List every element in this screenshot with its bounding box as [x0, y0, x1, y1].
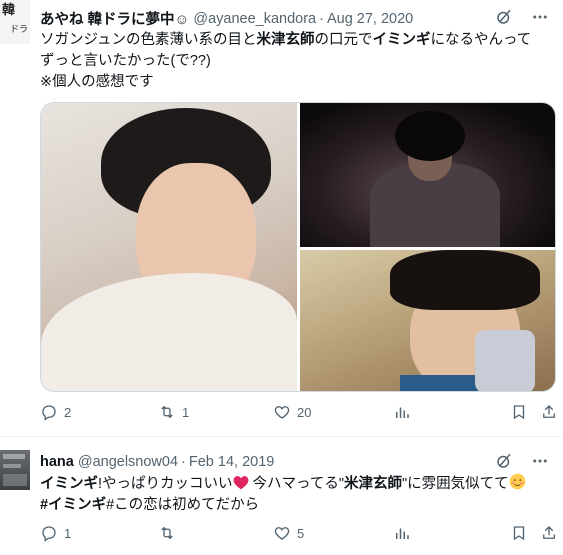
red-heart-icon — [233, 476, 248, 490]
text-segment-bold: 米津玄師 — [256, 32, 315, 48]
text-segment-bold: イミンギ — [372, 32, 431, 48]
retweet-icon — [161, 405, 173, 419]
text-segment: ソガンジュンの色素薄い系の目と — [40, 32, 257, 48]
tweet-text-line-2: #イミンギ#この恋は初めてだから — [40, 495, 550, 516]
like-count: 5 — [297, 525, 305, 541]
retweet-count: 1 — [182, 404, 190, 420]
reply-count: 1 — [64, 525, 72, 541]
hashtag-link[interactable]: #この恋は初めてだから — [106, 497, 259, 513]
more-options-icon[interactable] — [531, 452, 549, 470]
reply-icon — [42, 405, 56, 421]
more-options-icon[interactable] — [531, 8, 549, 26]
text-segment: "に雰囲気似てて — [401, 476, 509, 492]
text-segment-bold: 米津玄師 — [343, 476, 402, 492]
bookmark-button[interactable] — [510, 403, 528, 421]
retweet-button[interactable]: 1 — [158, 403, 189, 421]
tweet-header: あやね 韓ドラに夢中☺ @ayanee_kandora · Aug 27, 20… — [40, 8, 413, 29]
retweet-button[interactable] — [158, 524, 182, 542]
photo-2[interactable] — [300, 103, 555, 247]
tweet-header: hana @angelsnow04 · Feb 14, 2019 — [40, 454, 274, 470]
hashtag-link[interactable]: #イミンギ — [40, 497, 106, 513]
tweet-date[interactable]: Aug 27, 2020 — [327, 11, 413, 27]
analytics-icon — [396, 407, 409, 418]
bookmark-button[interactable] — [510, 524, 528, 542]
tweet-1[interactable]: 韓 ドラ あやね 韓ドラに夢中☺ @ayanee_kandora · Aug 2… — [0, 0, 563, 436]
photo-figure — [41, 273, 297, 391]
reply-count: 2 — [64, 404, 72, 420]
photo-1[interactable] — [41, 103, 297, 391]
tweet-text-line-3: ※個人の感想です — [40, 74, 154, 90]
share-button[interactable] — [540, 524, 558, 542]
avatar[interactable] — [0, 450, 30, 490]
tweet-actions: 1 5 — [40, 524, 556, 548]
tweet-divider — [0, 436, 563, 437]
avatar-shape — [3, 474, 27, 486]
user-handle[interactable]: @angelsnow04 — [78, 454, 178, 470]
header-actions — [495, 452, 549, 470]
like-button[interactable]: 5 — [273, 524, 304, 542]
views-button[interactable] — [393, 403, 411, 421]
header-actions — [495, 8, 549, 26]
share-button[interactable] — [540, 403, 558, 421]
heart-icon — [274, 527, 290, 540]
avatar-shape — [3, 454, 25, 459]
avatar[interactable]: 韓 ドラ — [0, 0, 30, 44]
separator-dot: · — [181, 454, 186, 470]
views-button[interactable] — [393, 524, 411, 542]
text-segment-bold: イミンギ — [40, 476, 98, 492]
reply-button[interactable]: 1 — [40, 524, 71, 542]
retweet-icon — [161, 526, 173, 540]
tweet-text-line-1: イミンギ!やっぱりカッコいい 今ハマってる"米津玄師"に雰囲気似てて — [40, 473, 550, 495]
photo-figure — [390, 250, 540, 310]
avatar-glyph: 韓 — [2, 3, 16, 18]
text-segment: になるやんって — [430, 32, 532, 48]
user-handle[interactable]: @ayanee_kandora — [193, 11, 316, 27]
bookmark-icon — [513, 405, 525, 420]
media-grid — [40, 102, 556, 392]
grok-icon[interactable] — [495, 8, 513, 26]
tweet-text-line-1: ソガンジュンの色素薄い系の目と米津玄師の口元でイミンギになるやんって — [40, 30, 550, 51]
reply-icon — [42, 526, 56, 542]
grok-icon[interactable] — [495, 452, 513, 470]
tweet-text-line-2: ずっと言いたかった(で??) — [40, 53, 211, 69]
separator-dot: · — [319, 10, 324, 27]
tweet-actions: 2 1 20 — [40, 403, 556, 427]
display-name[interactable]: hana — [40, 454, 74, 470]
avatar-glyph-sub: ドラ — [10, 25, 29, 35]
like-button[interactable]: 20 — [273, 403, 311, 421]
tweet-text: ソガンジュンの色素薄い系の目と米津玄師の口元でイミンギになるやんって ずっと言い… — [40, 30, 550, 93]
tweet-2[interactable]: hana @angelsnow04 · Feb 14, 2019 イミンギ!やっ… — [0, 440, 563, 555]
tweet-date[interactable]: Feb 14, 2019 — [189, 454, 274, 470]
text-segment: の口元で — [314, 32, 373, 48]
avatar-shape — [3, 464, 21, 468]
text-segment: !やっぱりカッコいい — [98, 476, 233, 492]
heart-icon — [274, 406, 290, 419]
tweet-text: イミンギ!やっぱりカッコいい 今ハマってる"米津玄師"に雰囲気似てて #イミンギ… — [40, 473, 550, 516]
photo-figure — [475, 330, 535, 391]
smiling-face-icon — [509, 473, 525, 490]
photo-3[interactable] — [300, 250, 555, 391]
bookmark-icon — [513, 526, 525, 541]
share-icon — [543, 526, 555, 539]
share-icon — [543, 405, 555, 418]
text-segment: 今ハマってる" — [248, 476, 344, 492]
analytics-icon — [396, 528, 409, 539]
reply-button[interactable]: 2 — [40, 403, 71, 421]
display-name[interactable]: あやね 韓ドラに夢中☺ — [40, 8, 189, 29]
like-count: 20 — [297, 404, 312, 420]
photo-figure — [395, 111, 465, 161]
